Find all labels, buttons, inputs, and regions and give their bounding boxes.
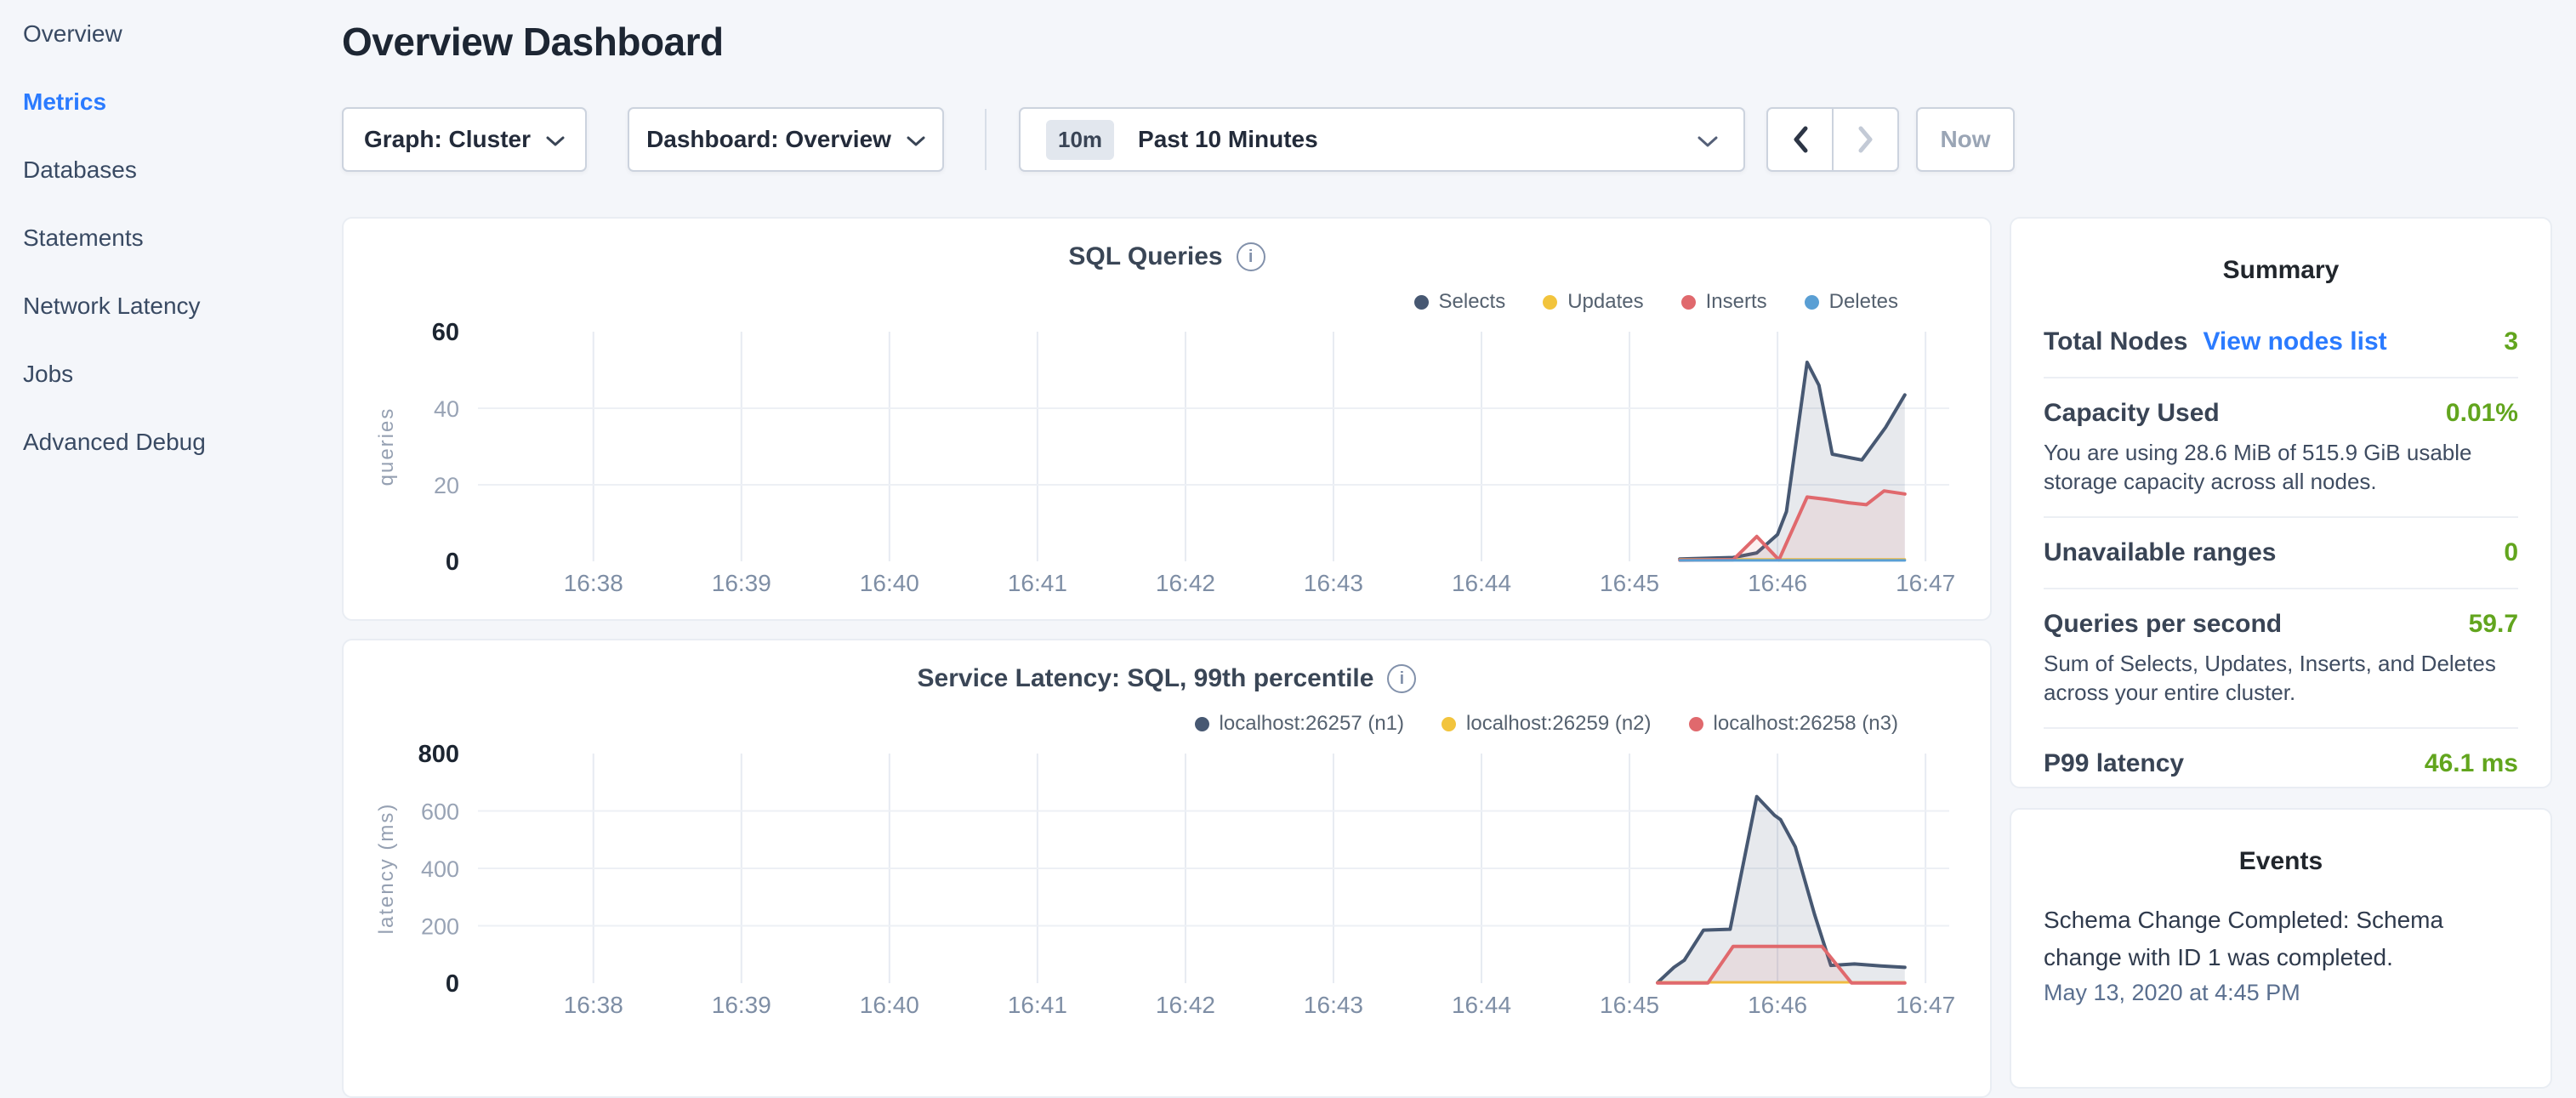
svg-text:16:47: 16:47 bbox=[1896, 570, 1955, 596]
svg-text:16:45: 16:45 bbox=[1600, 570, 1659, 596]
stat-label: Queries per second bbox=[2044, 610, 2282, 639]
summary-stat-queries-per-second: Queries per second 59.7 Sum of Selects, … bbox=[2011, 589, 2550, 727]
svg-text:16:46: 16:46 bbox=[1748, 570, 1807, 596]
stat-description: You are using 28.6 MiB of 515.9 GiB usab… bbox=[2044, 438, 2518, 496]
view-nodes-list-link[interactable]: View nodes list bbox=[2203, 327, 2386, 356]
sidebar-item-statements[interactable]: Statements bbox=[0, 204, 342, 272]
svg-text:16:40: 16:40 bbox=[860, 570, 919, 596]
svg-text:20: 20 bbox=[434, 473, 459, 498]
svg-text:60: 60 bbox=[432, 319, 459, 346]
event-message: Schema Change Completed: Schema change w… bbox=[2044, 902, 2518, 976]
svg-text:16:46: 16:46 bbox=[1748, 992, 1807, 1018]
sidebar-item-network-latency[interactable]: Network Latency bbox=[0, 272, 342, 340]
stat-label: P99 latency bbox=[2044, 749, 2184, 778]
svg-text:400: 400 bbox=[421, 856, 459, 882]
overview-dashboard-page: { "sidebar": { "items": [ {"label": "Ove… bbox=[0, 0, 2576, 1051]
sidebar-item-advanced-debug[interactable]: Advanced Debug bbox=[0, 408, 342, 476]
event-item[interactable]: Schema Change Completed: Schema change w… bbox=[2011, 876, 2550, 1006]
stat-value: 46.1 ms bbox=[2425, 749, 2518, 778]
sidebar: Overview Metrics Databases Statements Ne… bbox=[0, 0, 342, 1051]
chevron-down-icon bbox=[546, 135, 565, 147]
svg-text:16:42: 16:42 bbox=[1156, 992, 1215, 1018]
event-timestamp: May 13, 2020 at 4:45 PM bbox=[2044, 980, 2518, 1006]
sidebar-item-jobs[interactable]: Jobs bbox=[0, 340, 342, 408]
sql-queries-chart-card: SQL Queries i SelectsUpdatesInsertsDelet… bbox=[342, 217, 1992, 621]
svg-text:16:39: 16:39 bbox=[712, 570, 771, 596]
sidebar-item-metrics[interactable]: Metrics bbox=[0, 68, 342, 136]
svg-text:queries: queries bbox=[375, 407, 398, 486]
events-title: Events bbox=[2011, 847, 2550, 876]
chevron-left-icon bbox=[1791, 125, 1810, 154]
time-range-picker[interactable]: 10m Past 10 Minutes bbox=[1019, 107, 1745, 172]
svg-text:16:41: 16:41 bbox=[1008, 992, 1067, 1018]
stat-description: Sum of Selects, Updates, Inserts, and De… bbox=[2044, 649, 2518, 707]
time-range-label: Past 10 Minutes bbox=[1138, 126, 1318, 153]
chevron-down-icon bbox=[1697, 135, 1718, 148]
summary-stat-unavailable-ranges: Unavailable ranges 0 bbox=[2011, 518, 2550, 588]
svg-text:16:43: 16:43 bbox=[1304, 570, 1363, 596]
svg-text:0: 0 bbox=[446, 549, 459, 576]
toolbar-divider bbox=[985, 109, 987, 170]
time-step-back-button[interactable] bbox=[1768, 109, 1834, 170]
sql-queries-plot: 0 20 40 60 16:38 16:39 16:40 16:41 16:42 16:43 16:… bbox=[344, 219, 1990, 619]
dashboard-dropdown[interactable]: Dashboard: Overview bbox=[628, 107, 944, 172]
svg-text:16:40: 16:40 bbox=[860, 992, 919, 1018]
graph-dropdown-label: Graph: Cluster bbox=[364, 126, 531, 153]
stat-label: Capacity Used bbox=[2044, 399, 2220, 428]
summary-title: Summary bbox=[2011, 256, 2550, 285]
svg-text:0: 0 bbox=[446, 970, 459, 998]
sidebar-item-databases[interactable]: Databases bbox=[0, 136, 342, 204]
svg-text:800: 800 bbox=[418, 741, 459, 768]
stat-label: Unavailable ranges bbox=[2044, 538, 2276, 567]
svg-text:200: 200 bbox=[421, 914, 459, 940]
stat-label: Total Nodes bbox=[2044, 327, 2187, 356]
time-step-forward-button[interactable] bbox=[1834, 109, 1897, 170]
time-step-buttons bbox=[1766, 107, 1899, 172]
svg-text:600: 600 bbox=[421, 799, 459, 825]
svg-text:16:43: 16:43 bbox=[1304, 992, 1363, 1018]
service-latency-plot: 0 200 400 600 800 16:38 16:39 16:40 16:41 16:42 16… bbox=[344, 640, 1990, 1066]
graph-dropdown[interactable]: Graph: Cluster bbox=[342, 107, 587, 172]
svg-text:16:44: 16:44 bbox=[1452, 570, 1511, 596]
chevron-down-icon bbox=[907, 135, 925, 147]
svg-text:16:42: 16:42 bbox=[1156, 570, 1215, 596]
svg-text:16:47: 16:47 bbox=[1896, 992, 1955, 1018]
now-button[interactable]: Now bbox=[1916, 107, 2015, 172]
service-latency-chart-card: Service Latency: SQL, 99th percentile i … bbox=[342, 639, 1992, 1098]
svg-text:16:44: 16:44 bbox=[1452, 992, 1511, 1018]
summary-stat-total-nodes: Total Nodes View nodes list 3 bbox=[2011, 307, 2550, 377]
stat-value: 0 bbox=[2504, 538, 2518, 567]
svg-text:16:39: 16:39 bbox=[712, 992, 771, 1018]
stat-value: 59.7 bbox=[2469, 610, 2518, 639]
sidebar-item-overview[interactable]: Overview bbox=[0, 0, 342, 68]
svg-text:16:45: 16:45 bbox=[1600, 992, 1659, 1018]
stat-value: 0.01% bbox=[2446, 399, 2518, 428]
page-title: Overview Dashboard bbox=[342, 19, 724, 65]
chevron-right-icon bbox=[1857, 125, 1875, 154]
svg-text:16:38: 16:38 bbox=[564, 570, 623, 596]
summary-panel: Summary Total Nodes View nodes list 3 Ca… bbox=[2010, 217, 2552, 788]
svg-text:16:41: 16:41 bbox=[1008, 570, 1067, 596]
stat-value: 3 bbox=[2504, 327, 2518, 356]
dashboard-dropdown-label: Dashboard: Overview bbox=[646, 126, 891, 153]
svg-text:16:38: 16:38 bbox=[564, 992, 623, 1018]
events-panel: Events Schema Change Completed: Schema c… bbox=[2010, 808, 2552, 1089]
time-range-badge: 10m bbox=[1046, 120, 1114, 160]
summary-stat-p99-latency: P99 latency 46.1 ms bbox=[2011, 729, 2550, 799]
summary-stat-capacity-used: Capacity Used 0.01% You are using 28.6 M… bbox=[2011, 378, 2550, 516]
svg-text:40: 40 bbox=[434, 396, 459, 422]
svg-text:latency (ms): latency (ms) bbox=[375, 803, 398, 935]
